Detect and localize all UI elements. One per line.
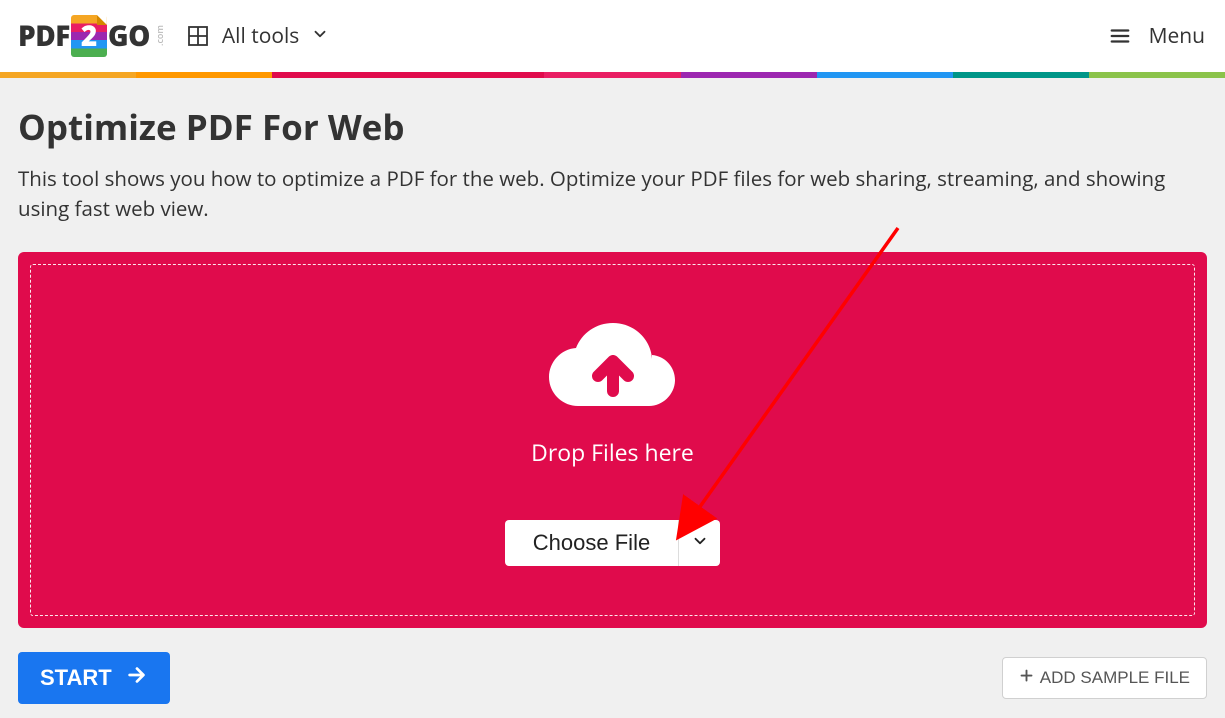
start-button[interactable]: START	[18, 652, 170, 704]
bottom-row: START ADD SAMPLE FILE	[18, 652, 1207, 704]
logo-2-badge: 2	[71, 15, 107, 57]
dropzone-wrap: Drop Files here Choose File	[18, 252, 1207, 628]
start-label: START	[40, 665, 112, 691]
header: PDF 2 GO .com All tools	[0, 0, 1225, 72]
logo-com: .com	[153, 25, 166, 46]
cloud-upload-icon	[548, 319, 678, 420]
choose-file-button[interactable]: Choose File	[505, 520, 678, 566]
menu-label: Menu	[1149, 22, 1205, 50]
rainbow-stripe	[0, 72, 1225, 78]
sample-label: ADD SAMPLE FILE	[1040, 668, 1190, 688]
arrow-right-icon	[126, 664, 148, 692]
dropzone[interactable]: Drop Files here Choose File	[30, 264, 1195, 616]
all-tools-dropdown[interactable]: All tools	[222, 22, 329, 50]
logo[interactable]: PDF 2 GO .com	[18, 15, 166, 57]
logo-go: GO	[108, 17, 150, 55]
page-title: Optimize PDF For Web	[18, 104, 1207, 151]
content: Optimize PDF For Web This tool shows you…	[0, 78, 1225, 704]
menu-button[interactable]: Menu	[1109, 22, 1205, 50]
chevron-down-icon	[311, 22, 329, 50]
grid-icon	[188, 26, 208, 46]
page-subtitle: This tool shows you how to optimize a PD…	[18, 165, 1207, 224]
choose-file-group: Choose File	[505, 520, 720, 566]
drop-text: Drop Files here	[531, 436, 694, 468]
choose-file-dropdown-button[interactable]	[678, 520, 720, 566]
all-tools-group[interactable]: All tools	[188, 22, 329, 50]
logo-pdf: PDF	[18, 17, 70, 55]
hamburger-icon	[1109, 25, 1131, 47]
plus-icon	[1019, 668, 1034, 688]
chevron-down-icon	[691, 532, 709, 553]
add-sample-file-button[interactable]: ADD SAMPLE FILE	[1002, 657, 1207, 699]
all-tools-label: All tools	[222, 22, 299, 50]
header-left: PDF 2 GO .com All tools	[18, 15, 329, 57]
